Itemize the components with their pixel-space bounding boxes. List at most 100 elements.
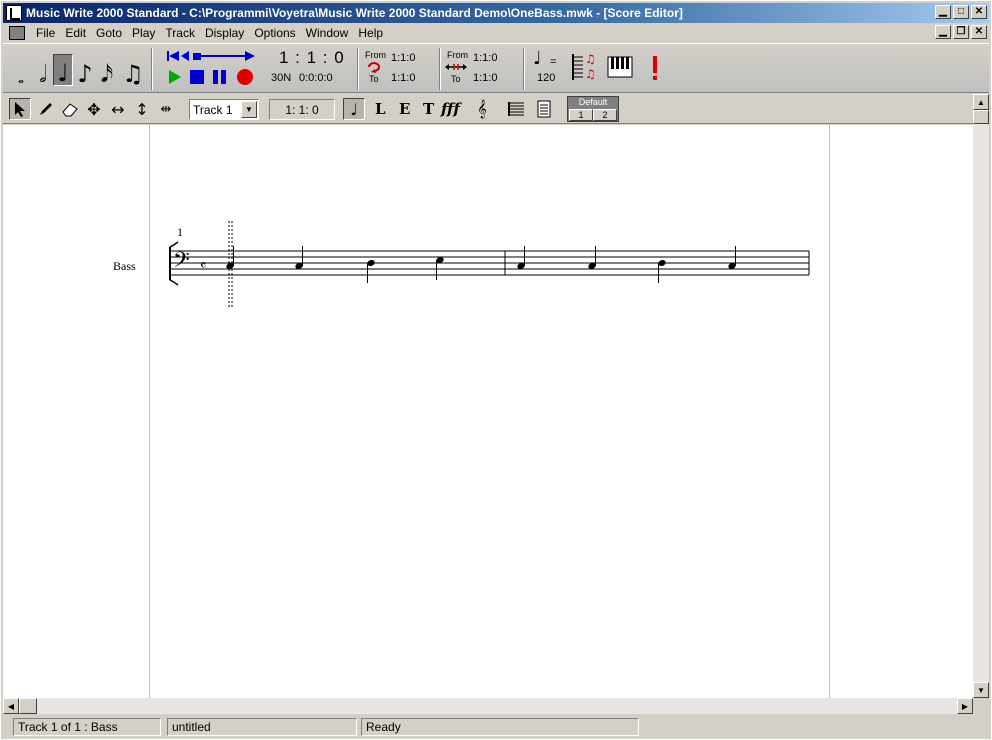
punch-from-label: From bbox=[447, 50, 468, 60]
doc-close-button[interactable]: ✕ bbox=[971, 25, 987, 39]
scroll-up-icon[interactable]: ▲ bbox=[973, 94, 989, 110]
loop-from-value[interactable]: 1:1:0 bbox=[391, 52, 415, 64]
menu-file[interactable]: File bbox=[31, 26, 60, 40]
track-select-value: Track 1 bbox=[193, 102, 233, 117]
status-file: untitled bbox=[167, 718, 357, 736]
loop-to-value[interactable]: 1:1:0 bbox=[391, 72, 415, 84]
minimize-button[interactable]: ▁ bbox=[935, 5, 951, 19]
loop-to-label: To bbox=[369, 74, 379, 84]
lyrics-tool[interactable]: L bbox=[375, 100, 386, 118]
eraser-tool-icon[interactable] bbox=[59, 98, 81, 120]
score-editor-icon[interactable]: ♫ ♫ bbox=[569, 52, 599, 82]
menu-display[interactable]: Display bbox=[200, 26, 249, 40]
chevron-down-icon[interactable]: ▼ bbox=[241, 101, 257, 118]
app-window: Music Write 2000 Standard - C:\Programmi… bbox=[0, 0, 992, 740]
menu-track[interactable]: Track bbox=[160, 26, 200, 40]
punch-to-value[interactable]: 1:1:0 bbox=[473, 72, 497, 84]
pause-icon[interactable] bbox=[213, 70, 218, 84]
tempo-value[interactable]: 120 bbox=[537, 72, 555, 84]
scroll-right-icon[interactable]: ▶ bbox=[957, 698, 973, 714]
bass-clef-icon: 𝄢 bbox=[173, 248, 190, 278]
menu-play[interactable]: Play bbox=[127, 26, 160, 40]
transport-buttons bbox=[169, 69, 253, 85]
position-field[interactable]: 1: 1: 0 bbox=[269, 99, 335, 120]
doc-restore-button[interactable]: ❐ bbox=[953, 25, 969, 39]
main-toolbar: 𝅝 𝅗𝅥 ♩ ♪ 𝅘𝅥𝅯 ♫ 1 : 1 : 0 30N 0:0:0:0 Fro… bbox=[3, 43, 989, 93]
scroll-left-icon[interactable]: ◀ bbox=[3, 698, 19, 714]
menu-help[interactable]: Help bbox=[353, 26, 388, 40]
punch-from-value[interactable]: 1:1:0 bbox=[473, 52, 497, 64]
page-2-button[interactable]: 2 bbox=[593, 109, 617, 121]
eighth-note-icon[interactable]: ♪ bbox=[75, 54, 95, 86]
position-counter: 1 : 1 : 0 bbox=[279, 48, 345, 67]
sixteenth-note-icon[interactable]: 𝅘𝅥𝅯 bbox=[97, 54, 117, 86]
note[interactable] bbox=[587, 246, 596, 270]
edit-toolbar: ✥ ↔ ↕ ⇹ Track 1 ▼ 1: 1: 0 ♩ L E T fff 𝄞 … bbox=[3, 94, 973, 124]
loop-from-label: From bbox=[365, 50, 386, 60]
expression-tool[interactable]: E bbox=[399, 100, 410, 118]
beamed-notes-icon[interactable]: ♫ bbox=[122, 54, 144, 86]
note[interactable] bbox=[727, 246, 736, 270]
track-select[interactable]: Track 1 ▼ bbox=[189, 99, 259, 120]
note[interactable] bbox=[435, 256, 444, 280]
note[interactable] bbox=[294, 246, 303, 270]
stop-icon[interactable] bbox=[190, 70, 204, 84]
horizontal-scrollbar[interactable]: ◀ ▶ bbox=[3, 698, 973, 714]
app-icon[interactable] bbox=[6, 5, 22, 21]
menu-goto[interactable]: Goto bbox=[91, 26, 127, 40]
text-tool[interactable]: T bbox=[423, 100, 434, 118]
page-1-button[interactable]: 1 bbox=[569, 109, 593, 121]
rewind-icon bbox=[169, 51, 179, 61]
play-icon[interactable] bbox=[169, 70, 181, 84]
vertical-scrollbar[interactable]: ▲ ▼ bbox=[973, 94, 989, 698]
window-title: Music Write 2000 Standard - C:\Programmi… bbox=[26, 6, 683, 20]
alert-icon[interactable] bbox=[649, 54, 661, 82]
status-track: Track 1 of 1 : Bass bbox=[13, 718, 161, 736]
dynamics-tool[interactable]: fff bbox=[441, 100, 460, 118]
status-bar: Track 1 of 1 : Bass untitled Ready bbox=[3, 716, 989, 738]
back-icon bbox=[181, 51, 189, 61]
svg-text:♫: ♫ bbox=[585, 52, 596, 66]
quarter-note-icon[interactable]: ♩ bbox=[53, 54, 73, 86]
spacing-tool-icon[interactable]: ⇹ bbox=[155, 98, 177, 120]
note[interactable] bbox=[657, 259, 666, 283]
layout-selector[interactable]: Default 1 2 bbox=[567, 96, 619, 122]
loop-icon[interactable] bbox=[366, 61, 386, 73]
note[interactable] bbox=[516, 246, 525, 270]
bass-staff[interactable]: 𝄢 𝄴 bbox=[3, 125, 973, 325]
close-button[interactable]: ✕ bbox=[971, 5, 987, 19]
menu-window[interactable]: Window bbox=[301, 26, 354, 40]
pencil-tool-icon[interactable] bbox=[35, 98, 57, 120]
horizontal-move-icon[interactable]: ↔ bbox=[107, 98, 129, 120]
slider-thumb[interactable] bbox=[193, 53, 201, 60]
common-time-icon: 𝄴 bbox=[200, 258, 206, 274]
note-entry-icon[interactable]: ♩ bbox=[343, 98, 365, 120]
maximize-button[interactable]: □ bbox=[953, 5, 969, 19]
vertical-move-icon[interactable]: ↕ bbox=[131, 98, 153, 120]
staff-lines-icon[interactable] bbox=[505, 98, 527, 120]
record-icon[interactable] bbox=[237, 69, 253, 85]
scroll-down-icon[interactable]: ▼ bbox=[973, 682, 989, 698]
piano-roll-icon[interactable] bbox=[607, 56, 633, 78]
forward-icon bbox=[245, 51, 255, 61]
page-view-icon[interactable] bbox=[533, 98, 555, 120]
pointer-tool-icon[interactable] bbox=[9, 98, 31, 120]
time-counter: 0:0:0:0 bbox=[299, 72, 333, 84]
half-note-icon[interactable]: 𝅗𝅥 bbox=[33, 54, 53, 86]
doc-minimize-button[interactable]: ▁ bbox=[935, 25, 951, 39]
horizontal-scroll-thumb[interactable] bbox=[19, 698, 37, 714]
note[interactable] bbox=[225, 246, 234, 270]
whole-note-icon[interactable]: 𝅝 bbox=[11, 54, 31, 86]
move-tool-icon[interactable]: ✥ bbox=[83, 98, 105, 120]
menu-edit[interactable]: Edit bbox=[60, 26, 91, 40]
document-icon[interactable] bbox=[9, 25, 25, 40]
rewind-slider[interactable] bbox=[165, 48, 257, 64]
snap-value: 30N bbox=[271, 72, 292, 84]
tempo-note-icon: ♩ bbox=[533, 48, 542, 69]
vertical-scroll-thumb[interactable] bbox=[973, 110, 989, 124]
treble-clef-icon[interactable]: 𝄞 bbox=[471, 98, 493, 120]
menu-options[interactable]: Options bbox=[249, 26, 300, 40]
score-canvas[interactable]: 1 Bass 𝄢 𝄴 bbox=[3, 125, 973, 698]
punch-icon[interactable] bbox=[445, 62, 467, 72]
note[interactable] bbox=[366, 259, 375, 283]
